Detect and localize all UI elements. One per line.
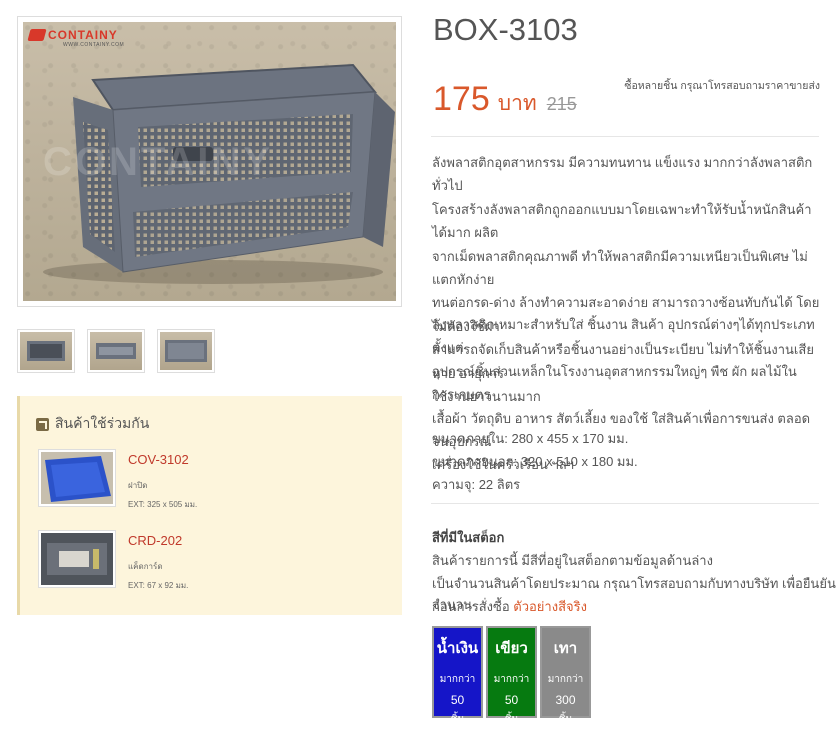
product-title: BOX-3103 bbox=[433, 12, 578, 47]
thumbnail-2[interactable] bbox=[87, 329, 145, 373]
old-price: 215 bbox=[546, 94, 577, 114]
swatch-gray[interactable]: เทา มากกว่า 300 ชิ้น bbox=[540, 626, 591, 725]
swatch-color-name: เขียว bbox=[495, 640, 528, 657]
stock-title: สีที่มีในสต็อก bbox=[432, 530, 505, 545]
divider bbox=[431, 136, 819, 137]
swatch-more-than: มากกว่า bbox=[547, 674, 584, 685]
related-item-code[interactable]: COV-3102 bbox=[128, 452, 197, 467]
thumbnail-strip bbox=[17, 329, 215, 373]
product-photo: CONTAINY WWW.CONTAINY.COM CONTAINY bbox=[23, 22, 396, 301]
related-title: สินค้าใช้ร่วมกัน bbox=[36, 413, 149, 435]
swatch-unit: ชิ้น bbox=[504, 714, 519, 725]
bulk-order-note: ซื้อหลายชิ้น กรุณาโทรสอบถามราคาขายส่ง bbox=[624, 80, 820, 92]
description-line: อุปกรณ์ชิ้นส่วนเหล็กในโรงงานอุตสาหกรรมให… bbox=[432, 363, 797, 403]
swatch-unit: ชิ้น bbox=[450, 714, 465, 725]
divider bbox=[431, 503, 819, 504]
swatch-more-than: มากกว่า bbox=[493, 674, 530, 685]
thumbnail-1[interactable] bbox=[17, 329, 75, 373]
related-item-cov-3102[interactable]: COV-3102 ฝาปิด EXT: 325 x 505 มม. bbox=[38, 449, 197, 511]
related-item-desc: ฝาปิด bbox=[128, 481, 148, 490]
related-item-crd-202[interactable]: CRD-202 แค็ดการ์ด EXT: 67 x 92 มม. bbox=[38, 530, 188, 592]
product-main-image[interactable]: CONTAINY WWW.CONTAINY.COM CONTAINY bbox=[17, 16, 402, 307]
related-title-text: สินค้าใช้ร่วมกัน bbox=[55, 415, 150, 431]
description-line: จากเม็ดพลาสติกคุณภาพดี ทำให้พลาสติกมีควา… bbox=[432, 248, 808, 288]
swatch-quantity: 50 bbox=[504, 693, 519, 707]
related-thumb[interactable] bbox=[38, 449, 116, 507]
description-line: ลังพลาสติกเหมาะสำหรับใส่ ชิ้นงาน สินค้า … bbox=[432, 317, 815, 356]
swatch-color-name: เทา bbox=[553, 640, 578, 657]
swatch-unit: ชิ้น bbox=[558, 714, 573, 725]
price-value: 175 bbox=[433, 80, 490, 118]
description-line: ลังพลาสติกอุตสาหกรรม มีความทนทาน แข็งแรง… bbox=[432, 155, 813, 194]
swatch-quantity: 50 bbox=[450, 693, 465, 707]
thumbnail-image bbox=[20, 332, 72, 370]
share-icon bbox=[36, 417, 49, 431]
lid-image bbox=[41, 452, 113, 504]
real-color-sample-link[interactable]: ตัวอย่างสีจริง bbox=[513, 599, 587, 614]
thumbnail-image bbox=[160, 332, 212, 370]
spec-inner-size: ขนาดภายใน: 280 x 455 x 170 มม. bbox=[432, 431, 629, 446]
stock-line-3-text: ก่อนการสั่งซื้อ bbox=[432, 599, 514, 614]
related-item-code[interactable]: CRD-202 bbox=[128, 533, 188, 548]
related-item-ext: EXT: 67 x 92 มม. bbox=[128, 581, 189, 590]
stock-line-1: สินค้ารายการนี้ มีสีที่อยู่ในสต็อกตามข้อ… bbox=[432, 553, 713, 568]
price-row: 175 บาท 215 bbox=[433, 80, 577, 120]
related-item-desc: แค็ดการ์ด bbox=[128, 562, 163, 571]
related-products-panel: สินค้าใช้ร่วมกัน COV-3102 ฝาปิด EXT: 325… bbox=[17, 396, 402, 615]
color-swatches: น้ำเงิน มากกว่า 50 ชิ้น เขียว มากกว่า 50… bbox=[432, 626, 591, 725]
description-line: โครงสร้างลังพลาสติกถูกออกแบบมาโดยเฉพาะทำ… bbox=[432, 201, 812, 241]
swatch-quantity: 300 bbox=[555, 693, 576, 707]
related-thumb[interactable] bbox=[38, 530, 116, 588]
thumbnail-3[interactable] bbox=[157, 329, 215, 373]
thumbnail-image bbox=[90, 332, 142, 370]
card-holder-image bbox=[41, 533, 113, 585]
swatch-blue[interactable]: น้ำเงิน มากกว่า 50 ชิ้น bbox=[432, 626, 483, 725]
swatch-more-than: มากกว่า bbox=[439, 674, 476, 685]
related-item-ext: EXT: 325 x 505 มม. bbox=[128, 500, 198, 509]
swatch-green[interactable]: เขียว มากกว่า 50 ชิ้น bbox=[486, 626, 537, 725]
watermark: CONTAINY bbox=[43, 140, 273, 184]
spec-capacity: ความจุ: 22 ลิตร bbox=[432, 477, 521, 492]
spec-outer-size: ขนาดภายนอก: 320 x 510 x 180 มม. bbox=[432, 454, 638, 469]
swatch-color-name: น้ำเงิน bbox=[436, 640, 479, 657]
stock-line-3: ก่อนการสั่งซื้อ ตัวอย่างสีจริง bbox=[432, 596, 587, 617]
price-unit: บาท bbox=[497, 92, 537, 115]
